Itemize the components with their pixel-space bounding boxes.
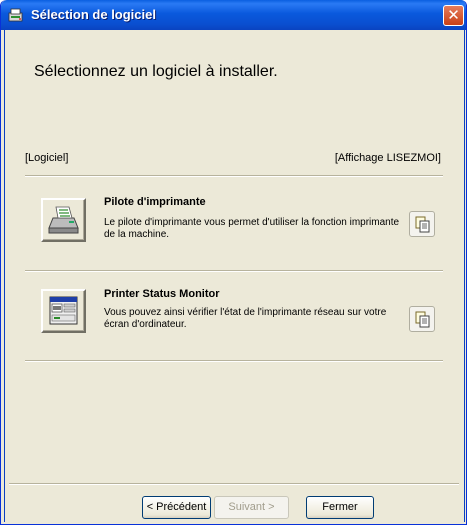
installer-icon xyxy=(8,7,24,23)
page-title: Sélectionnez un logiciel à installer. xyxy=(34,63,278,80)
next-button[interactable]: Suivant > xyxy=(214,496,289,519)
install-status-monitor-button[interactable] xyxy=(41,289,86,333)
divider xyxy=(25,270,443,272)
printer-icon xyxy=(48,206,79,234)
printer-driver-readme-button[interactable] xyxy=(409,211,435,237)
close-button[interactable]: Fermer xyxy=(306,496,374,519)
software-column-label: [Logiciel] xyxy=(25,152,69,164)
divider xyxy=(25,175,443,177)
readme-column-label: [Affichage LISEZMOI] xyxy=(334,152,441,164)
document-copy-icon xyxy=(415,216,430,233)
footer-divider xyxy=(9,483,459,485)
printer-driver-title: Pilote d'imprimante xyxy=(104,196,206,208)
divider xyxy=(25,360,443,362)
printer-driver-description: Le pilote d'imprimante vous permet d'uti… xyxy=(104,217,400,240)
dialog-body xyxy=(4,30,465,522)
installer-window: Sélection de logiciel ✕ Sélectionnez un … xyxy=(0,0,467,525)
window-title: Sélection de logiciel xyxy=(31,7,156,22)
title-bar[interactable]: Sélection de logiciel ✕ xyxy=(1,0,466,30)
status-monitor-title: Printer Status Monitor xyxy=(104,288,220,300)
close-icon[interactable]: ✕ xyxy=(443,5,464,26)
previous-button[interactable]: < Précédent xyxy=(142,496,211,519)
status-monitor-description: Vous pouvez ainsi vérifier l'état de l'i… xyxy=(104,307,387,330)
status-monitor-icon xyxy=(49,296,78,325)
document-copy-icon xyxy=(415,311,430,328)
status-monitor-readme-button[interactable] xyxy=(409,306,435,332)
install-printer-driver-button[interactable] xyxy=(41,198,86,242)
